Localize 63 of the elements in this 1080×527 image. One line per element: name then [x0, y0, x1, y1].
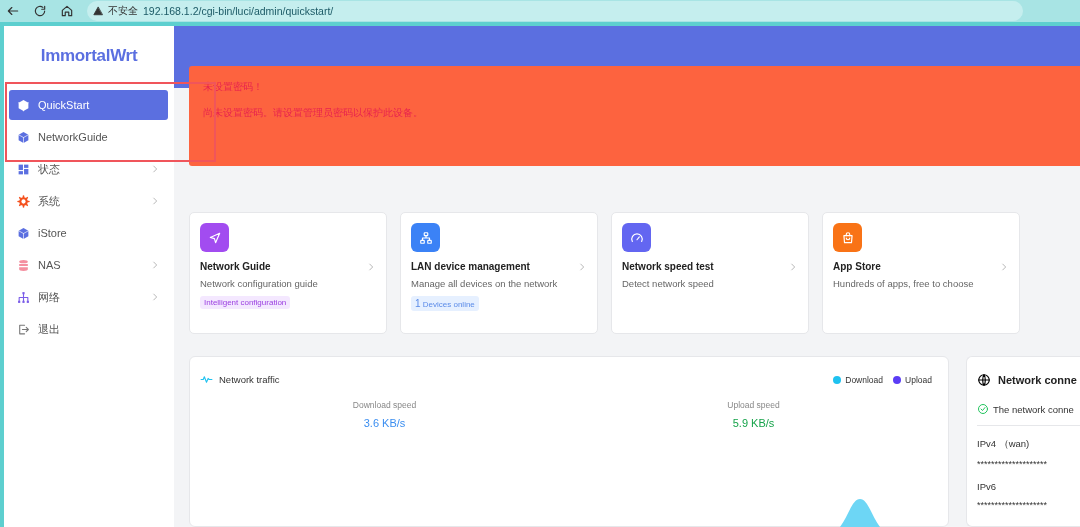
globe-icon [977, 373, 991, 387]
sidebar-item[interactable]: NAS [9, 250, 168, 280]
card-title: LAN device management [411, 261, 530, 272]
card-description: Hundreds of apps, free to choose [833, 278, 975, 289]
panel-title: Network conne [998, 374, 1077, 386]
sidebar-item[interactable]: 系统 [9, 186, 168, 216]
database-icon [17, 258, 30, 272]
shopping-bag-icon [840, 230, 855, 245]
gauge-icon [629, 230, 644, 245]
sidebar-item[interactable]: 状态 [9, 154, 168, 184]
stat-value: 3.6 KB/s [362, 417, 407, 429]
field-label: IPv4 （wan) [977, 438, 1031, 451]
status-badge: 1 Devices online [411, 296, 479, 311]
exit-icon [17, 322, 30, 336]
sidebar-item[interactable]: iStore [9, 218, 168, 248]
grid-icon [17, 162, 30, 176]
security-label: 不安全 [108, 4, 138, 18]
sidebar-item[interactable]: QuickStart [9, 90, 168, 120]
chevron-right-icon [577, 261, 587, 272]
field-value: ******************** [977, 459, 1049, 469]
stat-value: 5.9 KB/s [731, 417, 776, 429]
panel-title: Network traffic [219, 374, 280, 385]
back-icon [6, 4, 20, 18]
field-label: IPv6 [977, 481, 997, 492]
sidebar-item[interactable]: 退出 [9, 314, 168, 344]
feature-card[interactable]: LAN device management Manage all devices on the network 1 Devices online [400, 212, 598, 334]
home-icon [60, 4, 74, 18]
card-description: Detect network speed [622, 278, 715, 289]
network-icon [418, 230, 433, 245]
chevron-right-icon [366, 261, 376, 272]
check-circle-icon [977, 403, 989, 415]
feature-card[interactable]: Network Guide Network configuration guide Intelligent configuration [189, 212, 387, 334]
chevron-right-icon [788, 261, 798, 272]
sidebar-item[interactable]: 网络 [9, 282, 168, 312]
reload-icon [33, 4, 47, 18]
field-value: ******************** [977, 500, 1049, 510]
card-description: Network configuration guide [200, 278, 319, 289]
legend-label: Upload [905, 374, 932, 385]
status-text: The network conne [993, 403, 1074, 415]
feature-card[interactable]: Network speed test Detect network speed [611, 212, 809, 334]
pulse-icon [200, 373, 213, 386]
card-description: Manage all devices on the network [411, 278, 559, 289]
card-title: App Store [833, 261, 881, 272]
tag: Intelligent configuration [200, 296, 291, 309]
traffic-wave-drawing [840, 497, 880, 527]
address-bar[interactable]: 不安全 192.168.1.2/cgi-bin/luci/admin/quickstart/ [87, 1, 1023, 21]
chevron-right-icon [999, 261, 1009, 272]
cube-icon [17, 130, 30, 144]
logo: ImmortalWrt [39, 46, 139, 66]
card-title: Network Guide [200, 261, 271, 272]
send-icon [207, 230, 222, 245]
stat-label: Download speed [351, 400, 418, 410]
cube-icon [17, 226, 30, 240]
gear-icon [17, 194, 30, 208]
stat-label: Upload speed [726, 400, 781, 410]
sidebar-item[interactable]: NetworkGuide [9, 122, 168, 152]
legend-label: Download [845, 374, 884, 385]
card-title: Network speed test [622, 261, 714, 272]
cube-icon [17, 98, 30, 112]
feature-card[interactable]: App Store Hundreds of apps, free to choose [822, 212, 1020, 334]
warning-icon [93, 6, 103, 16]
network-tree-icon [17, 290, 30, 304]
url-text: 192.168.1.2/cgi-bin/luci/admin/quickstart/ [143, 5, 334, 17]
